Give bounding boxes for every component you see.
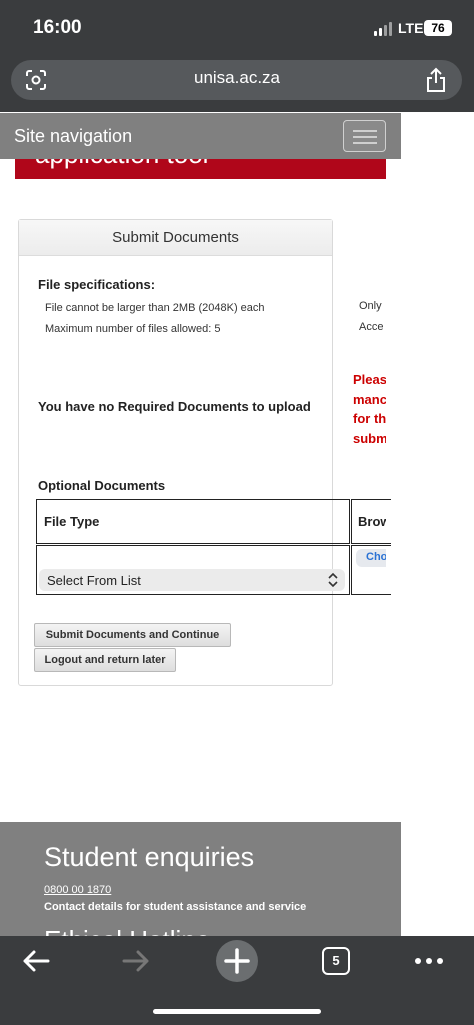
url-text[interactable]: unisa.ac.za bbox=[0, 68, 474, 88]
back-arrow-icon[interactable] bbox=[20, 944, 52, 978]
hamburger-icon[interactable] bbox=[343, 120, 386, 152]
spec-right-2: Acce bbox=[359, 321, 384, 333]
share-icon[interactable] bbox=[424, 67, 448, 93]
enquiries-detail: Contact details for student assistance a… bbox=[44, 901, 307, 913]
spec-size: File cannot be larger than 2MB (2048K) e… bbox=[45, 302, 265, 314]
warning-line: Pleas bbox=[353, 372, 386, 387]
network-label: LTE bbox=[398, 20, 424, 36]
battery-icon: 76 bbox=[424, 20, 452, 36]
forward-arrow-icon[interactable] bbox=[120, 944, 152, 978]
browse-header: Brow bbox=[358, 514, 386, 529]
more-icon[interactable] bbox=[414, 944, 444, 978]
spec-count: Maximum number of files allowed: 5 bbox=[45, 323, 221, 335]
warning-line: submi bbox=[353, 430, 386, 446]
spec-right-1: Only bbox=[359, 300, 382, 312]
choose-file-label: Choose File bbox=[366, 551, 386, 563]
choose-file-button[interactable]: Choose File bbox=[356, 549, 386, 567]
chevron-updown-icon bbox=[328, 572, 338, 588]
warning-line: for th bbox=[353, 411, 386, 426]
page-banner: application tool bbox=[15, 159, 386, 179]
status-time: 16:00 bbox=[33, 17, 82, 38]
tab-switcher-button[interactable]: 5 bbox=[322, 947, 350, 975]
site-nav-label[interactable]: Site navigation bbox=[14, 126, 132, 147]
footer bbox=[0, 822, 401, 936]
file-specs-title: File specifications: bbox=[38, 277, 156, 292]
spec-right-column: Only Acce bbox=[359, 300, 386, 342]
banner-text: application tool bbox=[35, 159, 208, 170]
optional-docs-title: Optional Documents bbox=[38, 478, 166, 493]
warning-text: Pleas manc for th submi bbox=[353, 370, 386, 448]
home-indicator bbox=[153, 1009, 321, 1014]
enquiries-phone-link[interactable]: 0800 00 1870 bbox=[44, 884, 111, 896]
signal-icon bbox=[374, 22, 394, 36]
plus-icon[interactable] bbox=[216, 940, 258, 982]
required-docs-message: You have no Required Documents to upload bbox=[38, 399, 311, 414]
panel-title: Submit Documents bbox=[112, 229, 239, 246]
logout-button[interactable]: Logout and return later bbox=[34, 648, 176, 672]
submit-continue-button[interactable]: Submit Documents and Continue bbox=[34, 623, 231, 647]
enquiries-title: Student enquiries bbox=[44, 842, 255, 872]
warning-line: manc bbox=[353, 391, 386, 407]
file-type-header: File Type bbox=[44, 514, 100, 529]
file-type-select-value[interactable]: Select From List bbox=[47, 573, 141, 588]
